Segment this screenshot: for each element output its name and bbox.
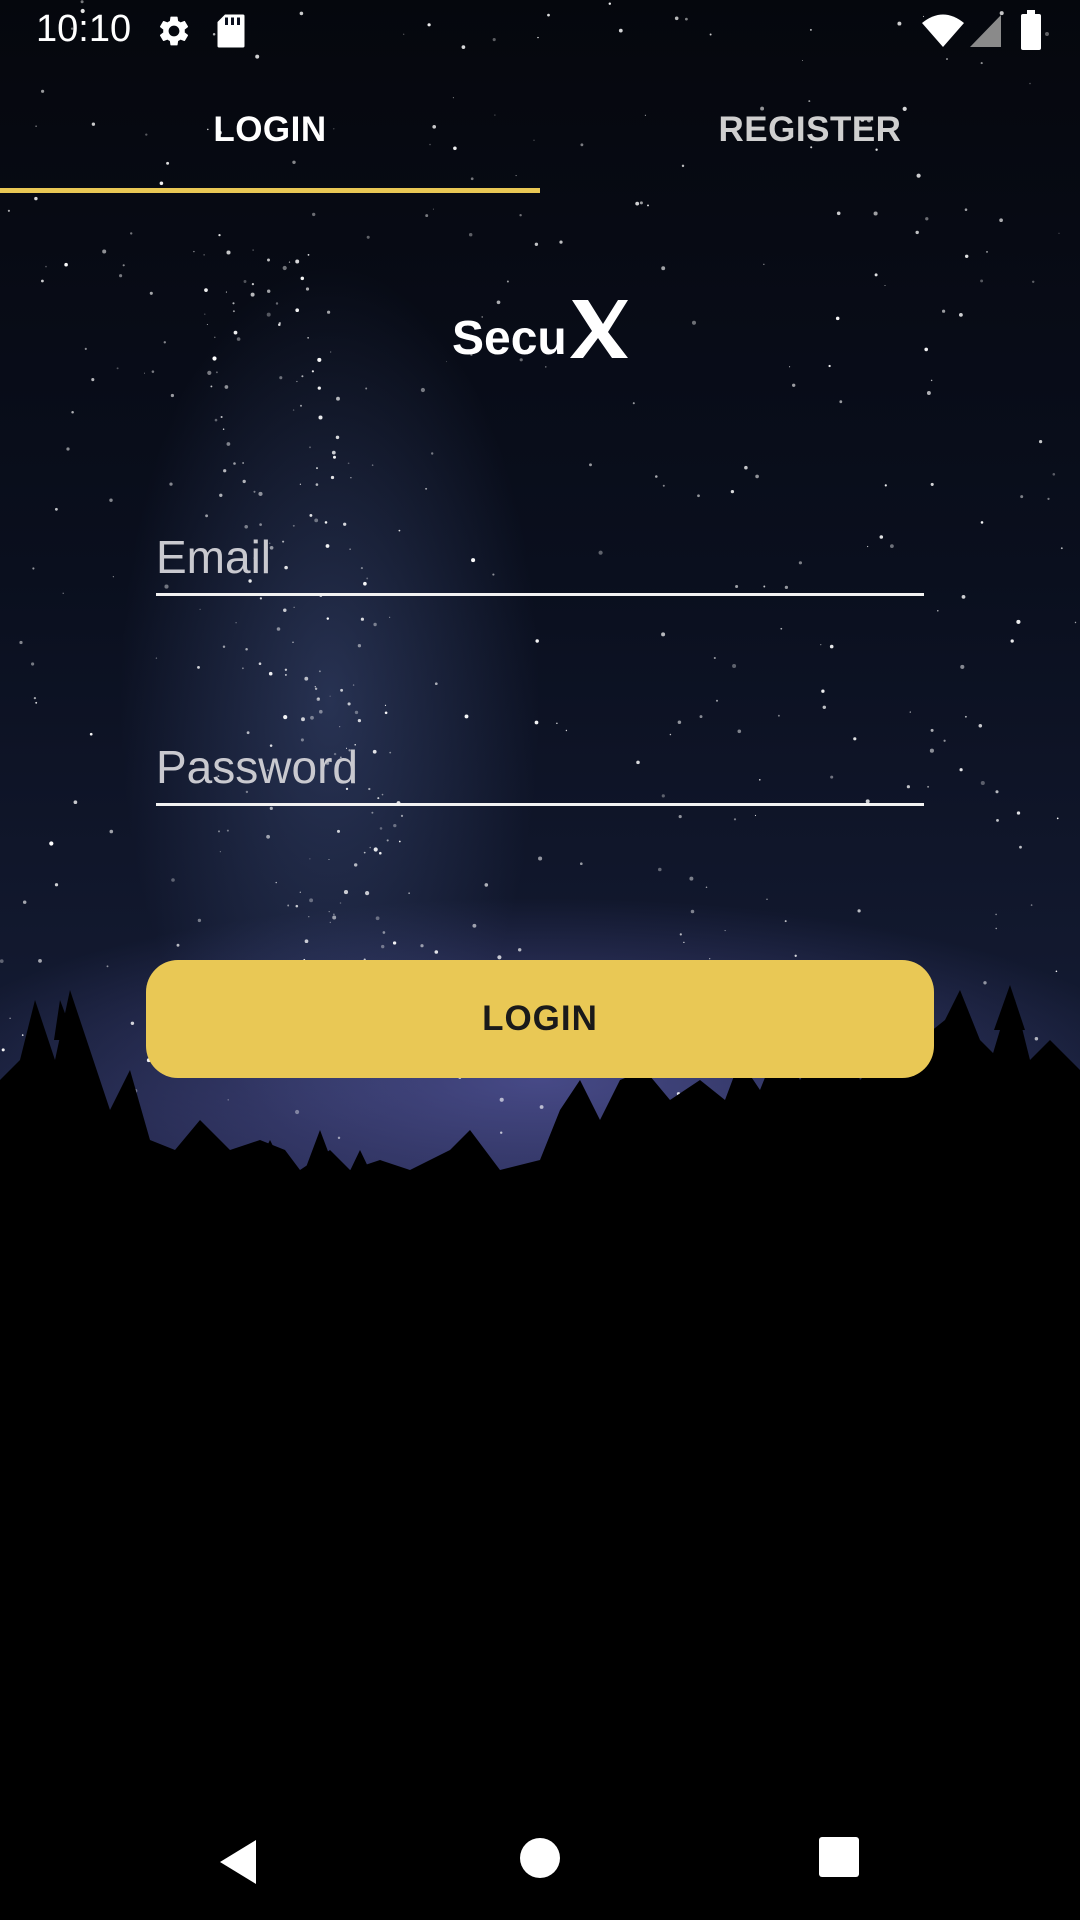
email-field-container	[156, 526, 924, 596]
back-icon[interactable]	[216, 1838, 260, 1886]
auth-tabs: LOGIN REGISTER	[0, 68, 1080, 194]
gear-icon	[159, 16, 189, 46]
login-button-label: LOGIN	[482, 999, 598, 1038]
recents-icon[interactable]	[818, 1836, 860, 1878]
home-icon[interactable]	[518, 1836, 562, 1880]
login-button[interactable]: LOGIN	[146, 960, 934, 1078]
password-field-container	[156, 736, 924, 806]
navigation-bar	[0, 1796, 1080, 1920]
tab-register[interactable]: REGISTER	[540, 68, 1080, 192]
tab-register-label: REGISTER	[718, 110, 902, 149]
sd-card-icon	[217, 14, 245, 48]
wifi-icon	[922, 14, 964, 47]
status-time: 10:10	[36, 8, 132, 50]
tab-login[interactable]: LOGIN	[0, 68, 540, 192]
svg-text:Secu: Secu	[452, 312, 567, 364]
status-bar: 10:10	[0, 0, 1080, 62]
email-field[interactable]	[156, 526, 924, 593]
selected-tab-indicator	[0, 188, 540, 193]
battery-icon	[1021, 10, 1041, 50]
password-field[interactable]	[156, 736, 924, 803]
tab-login-label: LOGIN	[213, 110, 327, 149]
login-screen: 10:10 LOGIN REGISTER Secu Email LOGIN	[0, 0, 1080, 1920]
signal-icon	[970, 15, 1001, 47]
secux-logo: Secu	[452, 300, 628, 364]
